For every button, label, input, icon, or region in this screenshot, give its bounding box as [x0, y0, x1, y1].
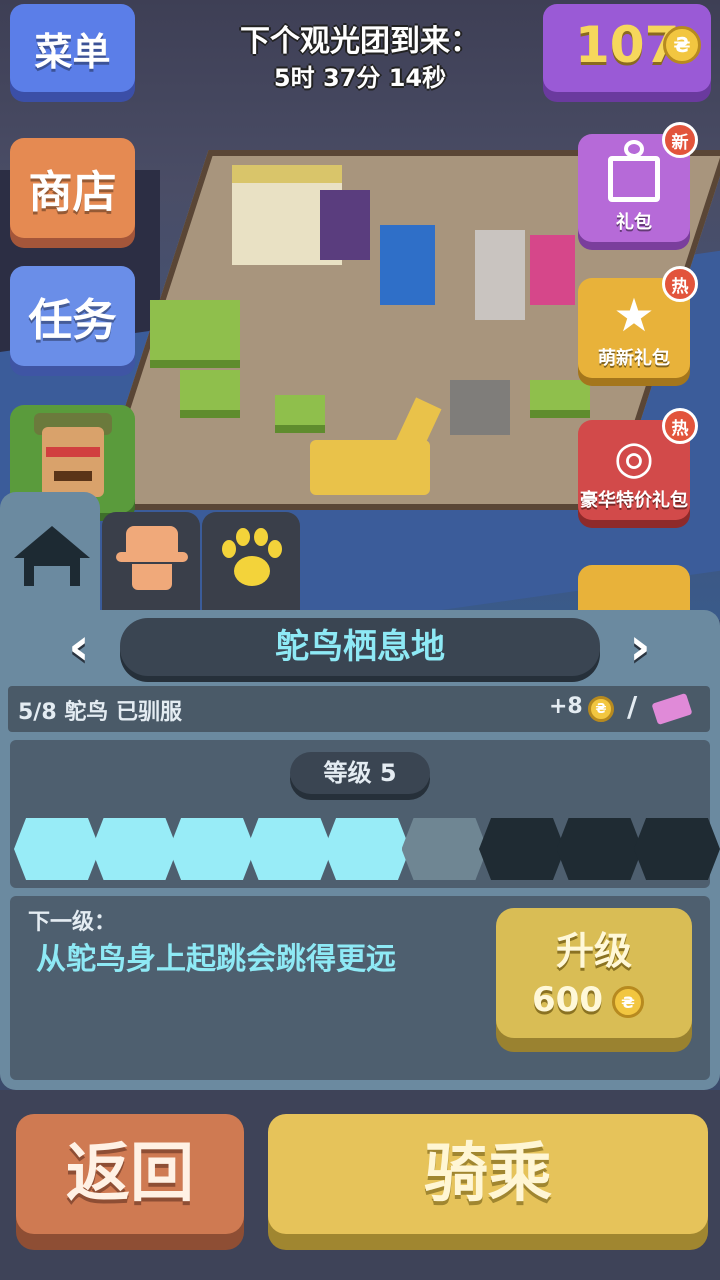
level-segment-filled — [91, 818, 178, 880]
home-icon — [14, 526, 90, 558]
paw-toe — [268, 540, 282, 558]
level-segment-filled — [14, 818, 100, 880]
upgrade-cost: 600 — [532, 980, 603, 1020]
cowboy-hat-brim — [116, 552, 188, 562]
keeper-eyes — [46, 447, 100, 457]
keeper-mustache — [54, 471, 92, 481]
next-level-label: 下一级： — [28, 910, 117, 935]
tasks-button[interactable]: 任务 — [10, 266, 135, 366]
tamed-status: 5/8 鸵鸟 已驯服 — [18, 700, 182, 725]
deluxe-pack-label: 豪华特价礼包 — [580, 490, 688, 511]
habitat-name: 鸵鸟栖息地 — [275, 627, 445, 667]
coin-icon: ₴ — [663, 26, 701, 64]
shop-button[interactable]: 商店 — [10, 138, 135, 238]
dark-ostrich — [450, 380, 510, 435]
extra-offer-button[interactable] — [578, 565, 690, 615]
coin-icon: ₴ — [588, 696, 614, 722]
tour-title: 下个观光团到来： — [240, 24, 480, 59]
starter-pack-label: 萌新礼包 — [598, 348, 670, 369]
level-segment-empty — [479, 818, 565, 880]
bush — [530, 380, 590, 410]
starter-pack-button[interactable]: ★ 萌新礼包 热 — [578, 266, 698, 378]
home-icon-base — [24, 556, 80, 586]
tour-countdown: 5时 37分 14秒 — [273, 64, 447, 92]
tab-home[interactable] — [2, 512, 100, 612]
coin-icon: ₴ — [612, 986, 644, 1018]
tab-keeper[interactable] — [102, 512, 200, 612]
witch-character — [320, 190, 370, 260]
menu-button[interactable]: 菜单 — [10, 4, 135, 92]
new-badge: 新 — [662, 122, 698, 158]
next-habitat-button[interactable]: › — [615, 620, 665, 674]
paw-toe — [254, 528, 268, 546]
coin-balance[interactable]: 107 ₴ — [543, 4, 711, 92]
hot-badge: 热 — [662, 266, 698, 302]
level-segment-empty — [634, 818, 720, 880]
deluxe-pack-button[interactable]: ◎ 豪华特价礼包 热 — [578, 408, 698, 520]
level-segment-filled — [169, 818, 255, 880]
income-amount: +8 — [549, 694, 583, 719]
bush — [150, 300, 240, 360]
level-segment-current — [401, 818, 488, 880]
paw-toe — [222, 540, 236, 558]
pink-ostrich — [530, 235, 575, 305]
next-level-desc: 从鸵鸟身上起跳会跳得更远 — [36, 942, 396, 977]
gift-box-body — [608, 156, 660, 202]
prev-habitat-button[interactable]: ‹ — [54, 620, 104, 674]
blue-ostrich — [380, 225, 435, 305]
bush — [275, 395, 325, 425]
keeper-face-icon — [132, 564, 172, 590]
ride-button[interactable]: 骑乘 — [268, 1114, 708, 1234]
back-button[interactable]: 返回 — [16, 1114, 244, 1234]
grey-ostrich — [475, 230, 525, 320]
tab-animals[interactable] — [202, 512, 300, 612]
paw-icon — [234, 556, 270, 586]
bush — [180, 370, 240, 410]
upgrade-button[interactable]: 升级 600 ₴ — [496, 908, 692, 1038]
upgrade-label: 升级 — [555, 929, 632, 973]
level-segment-empty — [556, 818, 643, 880]
hot-badge: 热 — [662, 408, 698, 444]
level-segment-filled — [324, 818, 410, 880]
cowboy-hat-icon — [126, 526, 178, 552]
paw-toe — [236, 528, 250, 546]
keeper-face — [42, 427, 104, 497]
level-label: 等级 5 — [290, 752, 430, 794]
level-segment-filled — [246, 818, 333, 880]
gift-pack-label: 礼包 — [616, 212, 652, 233]
gift-pack-button[interactable]: 礼包 新 — [578, 122, 698, 242]
divider-slash: / — [627, 690, 638, 723]
